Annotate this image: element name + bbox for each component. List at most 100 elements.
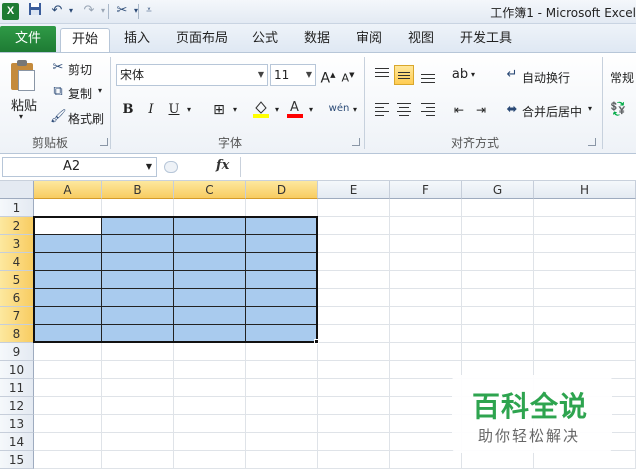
border-icon[interactable]: ⊞ bbox=[210, 100, 228, 120]
cell-h15[interactable] bbox=[534, 451, 636, 469]
underline-button[interactable]: U bbox=[166, 100, 182, 120]
paste-icon[interactable] bbox=[9, 60, 37, 92]
cell-e9[interactable] bbox=[318, 343, 390, 361]
cell-b9[interactable] bbox=[102, 343, 174, 361]
column-header-g[interactable]: G bbox=[462, 181, 534, 199]
row-header-10[interactable]: 10 bbox=[0, 361, 34, 379]
cell-b12[interactable] bbox=[102, 397, 174, 415]
cell-a7[interactable] bbox=[34, 307, 102, 325]
align-top-icon[interactable] bbox=[372, 65, 392, 85]
tab-view[interactable]: 视图 bbox=[402, 28, 440, 52]
redo-dropdown-icon[interactable]: ▾ bbox=[94, 2, 112, 20]
cell-e4[interactable] bbox=[318, 253, 390, 271]
column-header-e[interactable]: E bbox=[318, 181, 390, 199]
cell-a1[interactable] bbox=[34, 199, 102, 217]
font-size-select[interactable]: 11 ▼ bbox=[270, 64, 316, 86]
font-name-select[interactable]: 宋体 ▼ bbox=[116, 64, 268, 86]
cell-g9[interactable] bbox=[462, 343, 534, 361]
cell-f3[interactable] bbox=[390, 235, 462, 253]
cell-d2[interactable] bbox=[246, 217, 318, 235]
cell-h1[interactable] bbox=[534, 199, 636, 217]
cell-a6[interactable] bbox=[34, 289, 102, 307]
cell-b11[interactable] bbox=[102, 379, 174, 397]
cell-g7[interactable] bbox=[462, 307, 534, 325]
name-box[interactable]: A2 ▼ bbox=[2, 157, 157, 177]
cell-d6[interactable] bbox=[246, 289, 318, 307]
cell-h9[interactable] bbox=[534, 343, 636, 361]
cell-e3[interactable] bbox=[318, 235, 390, 253]
fill-color-dropdown-icon[interactable]: ▾ bbox=[272, 100, 282, 120]
cell-b4[interactable] bbox=[102, 253, 174, 271]
cell-b14[interactable] bbox=[102, 433, 174, 451]
cell-g3[interactable] bbox=[462, 235, 534, 253]
cell-g1[interactable] bbox=[462, 199, 534, 217]
cell-e8[interactable] bbox=[318, 325, 390, 343]
cell-c1[interactable] bbox=[174, 199, 246, 217]
paste-button[interactable]: 粘贴 bbox=[11, 95, 37, 114]
bold-button[interactable]: B bbox=[120, 100, 136, 120]
merge-dropdown-icon[interactable]: ▾ bbox=[588, 104, 592, 113]
align-bottom-icon[interactable] bbox=[418, 65, 438, 85]
tab-home[interactable]: 开始 bbox=[60, 28, 110, 52]
cell-f15[interactable] bbox=[390, 451, 462, 469]
align-center-icon[interactable] bbox=[394, 99, 414, 119]
cell-e14[interactable] bbox=[318, 433, 390, 451]
align-middle-icon[interactable] bbox=[394, 65, 414, 85]
copy-button[interactable]: 复制 bbox=[68, 85, 92, 102]
italic-button[interactable]: I bbox=[143, 100, 159, 120]
cell-f4[interactable] bbox=[390, 253, 462, 271]
fill-color-icon[interactable] bbox=[252, 98, 270, 120]
paste-dropdown-icon[interactable]: ▾ bbox=[19, 112, 23, 121]
cut-icon[interactable]: ✂ bbox=[50, 60, 66, 76]
cell-c4[interactable] bbox=[174, 253, 246, 271]
align-right-icon[interactable] bbox=[418, 99, 438, 119]
grow-font-icon[interactable]: A▲ bbox=[320, 65, 336, 87]
cell-d9[interactable] bbox=[246, 343, 318, 361]
cell-c3[interactable] bbox=[174, 235, 246, 253]
cell-e11[interactable] bbox=[318, 379, 390, 397]
cell-e12[interactable] bbox=[318, 397, 390, 415]
column-header-c[interactable]: C bbox=[174, 181, 246, 199]
cell-c13[interactable] bbox=[174, 415, 246, 433]
cell-a12[interactable] bbox=[34, 397, 102, 415]
tab-formulas[interactable]: 公式 bbox=[246, 28, 284, 52]
save-icon[interactable] bbox=[26, 2, 44, 20]
row-header-1[interactable]: 1 bbox=[0, 199, 34, 217]
cell-d4[interactable] bbox=[246, 253, 318, 271]
cell-d14[interactable] bbox=[246, 433, 318, 451]
cell-h2[interactable] bbox=[534, 217, 636, 235]
cell-c8[interactable] bbox=[174, 325, 246, 343]
cell-a10[interactable] bbox=[34, 361, 102, 379]
shrink-font-icon[interactable]: A▼ bbox=[340, 65, 356, 85]
underline-dropdown-icon[interactable]: ▾ bbox=[184, 100, 194, 120]
cell-e6[interactable] bbox=[318, 289, 390, 307]
cell-e10[interactable] bbox=[318, 361, 390, 379]
cell-d1[interactable] bbox=[246, 199, 318, 217]
cell-g8[interactable] bbox=[462, 325, 534, 343]
column-header-h[interactable]: H bbox=[534, 181, 636, 199]
cell-b2[interactable] bbox=[102, 217, 174, 235]
cell-c14[interactable] bbox=[174, 433, 246, 451]
cell-a14[interactable] bbox=[34, 433, 102, 451]
cell-a15[interactable] bbox=[34, 451, 102, 469]
alignment-launcher-icon[interactable] bbox=[588, 138, 596, 146]
cell-b10[interactable] bbox=[102, 361, 174, 379]
font-color-dropdown-icon[interactable]: ▾ bbox=[306, 100, 316, 120]
merge-center-button[interactable]: 合并后居中 bbox=[522, 103, 582, 120]
cell-f9[interactable] bbox=[390, 343, 462, 361]
cell-d7[interactable] bbox=[246, 307, 318, 325]
row-header-9[interactable]: 9 bbox=[0, 343, 34, 361]
cell-c10[interactable] bbox=[174, 361, 246, 379]
formula-input[interactable] bbox=[240, 157, 636, 177]
cell-g6[interactable] bbox=[462, 289, 534, 307]
cell-f8[interactable] bbox=[390, 325, 462, 343]
font-color-icon[interactable]: A bbox=[286, 98, 304, 120]
cell-d8[interactable] bbox=[246, 325, 318, 343]
cell-d11[interactable] bbox=[246, 379, 318, 397]
row-header-3[interactable]: 3 bbox=[0, 235, 34, 253]
cell-c6[interactable] bbox=[174, 289, 246, 307]
excel-logo-icon[interactable]: X bbox=[2, 3, 19, 20]
cell-f7[interactable] bbox=[390, 307, 462, 325]
cell-b3[interactable] bbox=[102, 235, 174, 253]
tab-insert[interactable]: 插入 bbox=[118, 28, 156, 52]
